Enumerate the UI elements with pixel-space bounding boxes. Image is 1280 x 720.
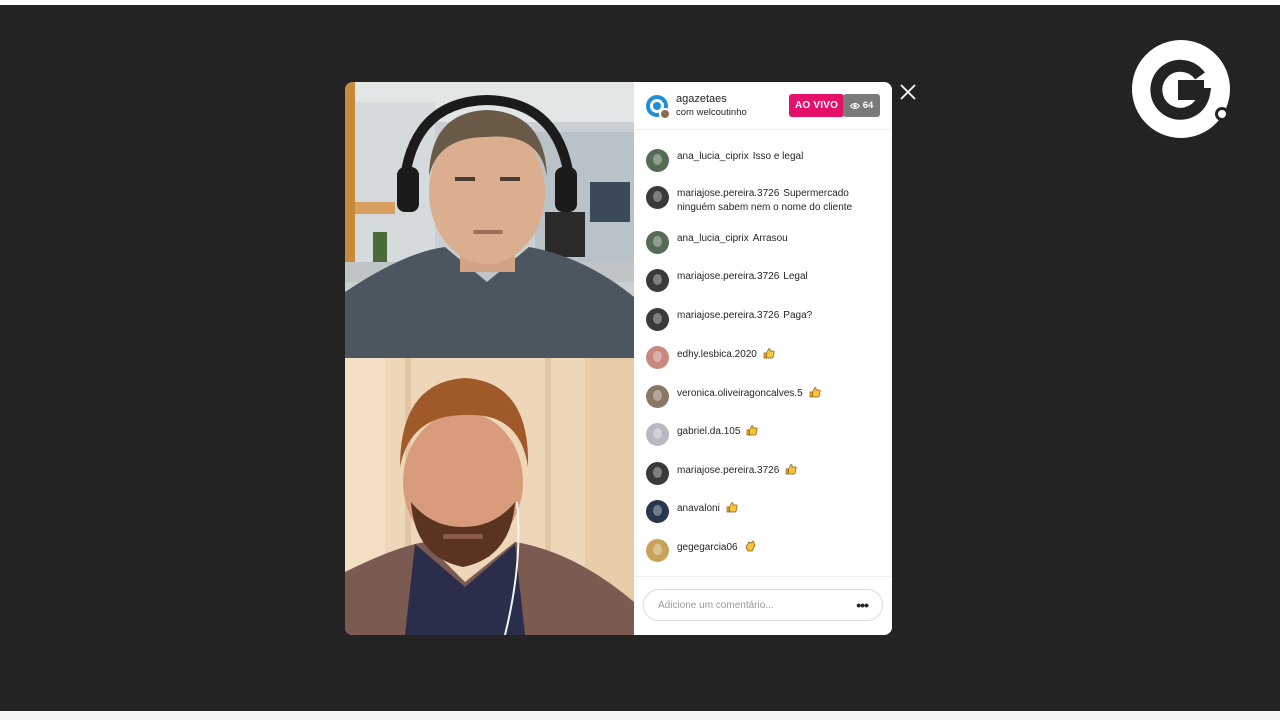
with-guest-label: com welcoutinho [676,106,747,118]
host-username[interactable]: agazetaes [676,93,747,106]
comment-username[interactable]: mariajose.pereira.3726 [677,188,779,199]
live-stream-modal: agazetaes com welcoutinho AO VIVO 64 ana… [345,82,892,635]
comment-item: ana_lucia_ciprix Isso e legal [646,149,882,172]
comment-avatar[interactable] [646,269,669,292]
clap-emoji-icon [745,540,756,552]
comment-avatar[interactable] [646,149,669,172]
comment-item: edhy.lesbica.2020 [646,346,882,369]
comment-footer: ••• [634,576,892,635]
comment-text: Legal [783,271,808,282]
thumbs-up-emoji-icon [809,387,821,398]
comment-item: gegegarcia06 [646,539,882,562]
comment-input-box: ••• [643,589,883,621]
comment-username[interactable]: veronica.oliveiragoncalves.5 [677,388,803,399]
comment-username[interactable]: ana_lucia_ciprix [677,233,749,244]
comment-avatar[interactable] [646,186,669,209]
comment-text: Isso e legal [752,151,804,162]
comment-item: mariajose.pereira.3726 [646,462,882,485]
live-badge: AO VIVO [789,94,845,117]
comment-item: mariajose.pereira.3726 Paga? [646,308,882,331]
comment-item: veronica.oliveiragoncalves.5 [646,385,882,408]
comment-body: veronica.oliveiragoncalves.5 [677,385,821,401]
comment-input[interactable] [658,599,857,611]
close-icon [900,84,916,100]
comment-avatar[interactable] [646,231,669,254]
video-pane [345,82,634,635]
comment-avatar[interactable] [646,308,669,331]
comment-username[interactable]: gegegarcia06 [677,542,738,553]
close-button[interactable] [897,81,919,103]
comment-body: mariajose.pereira.3726 Legal [677,269,808,284]
more-options-icon[interactable]: ••• [856,597,869,613]
comment-item: mariajose.pereira.3726 Supermercado ningu… [646,186,882,215]
comment-avatar[interactable] [646,462,669,485]
comment-item: gabriel.da.105 [646,423,882,446]
comment-avatar[interactable] [646,539,669,562]
host-video [345,82,634,358]
comment-body: mariajose.pereira.3726 Paga? [677,308,812,323]
comment-username[interactable]: ana_lucia_ciprix [677,151,749,162]
comment-username[interactable]: mariajose.pereira.3726 [677,465,779,476]
comment-body: ana_lucia_ciprix Arrasou [677,231,788,246]
comment-username[interactable]: gabriel.da.105 [677,426,740,437]
bottom-strip [0,711,1280,720]
comment-avatar[interactable] [646,500,669,523]
comment-username[interactable]: mariajose.pereira.3726 [677,271,779,282]
comment-avatar[interactable] [646,385,669,408]
comment-username[interactable]: edhy.lesbica.2020 [677,349,757,360]
comment-text: Arrasou [752,233,788,244]
viewer-count-badge: 64 [843,94,880,117]
comment-username[interactable]: anavaloni [677,503,720,514]
comment-username[interactable]: mariajose.pereira.3726 [677,310,779,321]
guest-video [345,358,634,635]
comment-body: gabriel.da.105 [677,423,758,439]
comment-item: anavaloni [646,500,882,523]
host-avatar[interactable] [646,94,671,120]
chat-header: agazetaes com welcoutinho AO VIVO 64 [634,82,892,130]
comment-avatar[interactable] [646,423,669,446]
comment-item: mariajose.pereira.3726 Legal [646,269,882,292]
comment-body: mariajose.pereira.3726 [677,462,797,478]
chat-pane: agazetaes com welcoutinho AO VIVO 64 ana… [634,82,892,635]
comment-body: gegegarcia06 [677,539,756,555]
comment-body: mariajose.pereira.3726 Supermercado ningu… [677,186,882,215]
comment-body: anavaloni [677,500,738,516]
thumbs-up-emoji-icon [726,502,738,513]
viewer-count: 64 [862,100,874,111]
g-logo-icon [1132,40,1232,140]
comment-body: edhy.lesbica.2020 [677,346,775,362]
eye-icon [849,102,860,109]
comment-avatar[interactable] [646,346,669,369]
thumbs-up-emoji-icon [763,348,775,359]
thumbs-up-emoji-icon [747,425,758,436]
live-video-feed [345,82,634,635]
comment-body: ana_lucia_ciprix Isso e legal [677,149,803,164]
comment-item: ana_lucia_ciprix Arrasou [646,231,882,254]
thumbs-up-emoji-icon [785,464,797,475]
comment-text: Paga? [783,310,813,321]
comments-list[interactable]: ana_lucia_ciprix Isso e legal mariajose.pe… [634,131,892,576]
